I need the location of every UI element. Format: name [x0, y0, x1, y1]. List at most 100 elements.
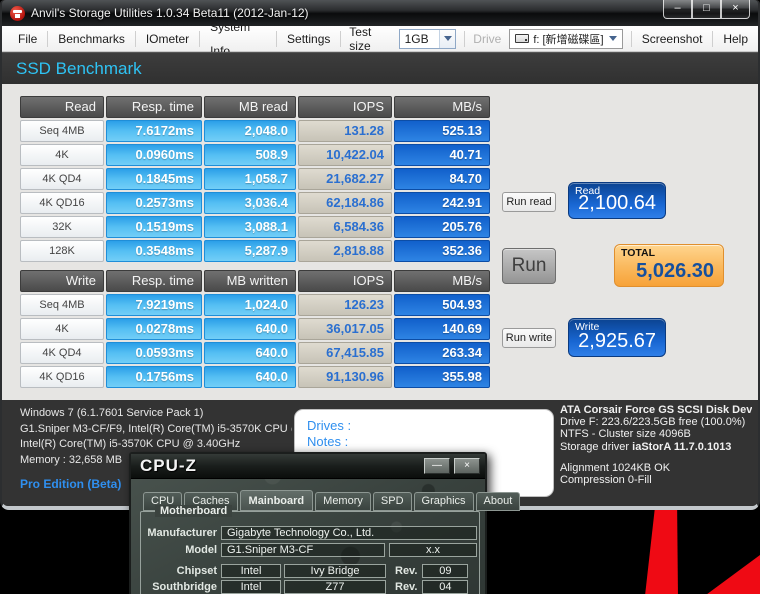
iops-cell: 126.23 [298, 294, 392, 316]
cpuz-window-controls: — × [424, 458, 480, 474]
read-header-mbs: MB/s [394, 96, 490, 118]
anvil-app-icon [10, 5, 25, 21]
row-label: 4K QD16 [20, 366, 104, 388]
resp-time-cell: 0.0960ms [106, 144, 202, 166]
manufacturer-row: Manufacturer Gigabyte Technology Co., Lt… [145, 525, 477, 540]
cpuz-title-bar[interactable]: CPU-Z — × [131, 454, 485, 479]
read-header-mb: MB read [204, 96, 296, 118]
mb-read-cell: 508.9 [204, 144, 296, 166]
drive-value: f: [新增磁碟區] [533, 33, 604, 46]
iops-cell: 62,184.86 [298, 192, 392, 214]
storage-driver-value: iaStorA 11.7.0.1013 [632, 440, 732, 453]
test-size-dropdown-button[interactable] [439, 29, 456, 48]
mb-written-cell: 640.0 [204, 366, 296, 388]
iops-cell: 91,130.96 [298, 366, 392, 388]
write-header-row: Write Resp. time MB written IOPS MB/s [20, 270, 490, 292]
cpuz-tab-spd[interactable]: SPD [372, 492, 412, 511]
total-score-label: TOTAL [621, 247, 656, 259]
iops-cell: 36,017.05 [298, 318, 392, 340]
write-score-box: Write 2,925.67 [568, 318, 666, 357]
manufacturer-label: Manufacturer [147, 526, 217, 539]
run-write-button[interactable]: Run write [502, 328, 556, 348]
chipset-rev-label: Rev. [395, 564, 418, 577]
row-label: Seq 4MB [20, 294, 104, 316]
resp-time-cell: 0.0278ms [106, 318, 202, 340]
read-header-label: Read [20, 96, 104, 118]
chevron-down-icon [443, 36, 452, 41]
write-header-resp: Resp. time [106, 270, 202, 292]
test-size-select[interactable]: 1GB [398, 28, 457, 49]
mb-read-cell: 3,036.4 [204, 192, 296, 214]
resp-time-cell: 0.3548ms [106, 240, 202, 262]
page-title: SSD Benchmark [16, 58, 142, 78]
disk-free-space: Drive F: 223.6/223.5GB free (100.0%) [560, 416, 746, 429]
benchmark-content: Read Resp. time MB read IOPS MB/s Seq 4M… [2, 84, 758, 400]
model-label: Model [185, 543, 217, 556]
mbs-cell: 140.69 [394, 318, 490, 340]
resp-time-cell: 0.0593ms [106, 342, 202, 364]
cpuz-tab-mainboard[interactable]: Mainboard [239, 490, 314, 511]
drive-select[interactable]: f: [新增磁碟區] [509, 28, 623, 49]
motherboard-groupbox: Motherboard Manufacturer Gigabyte Techno… [140, 505, 480, 594]
maximize-button[interactable]: □ [692, 0, 721, 19]
write-header-label: Write [20, 270, 104, 292]
menu-benchmarks[interactable]: Benchmarks [48, 27, 135, 51]
row-label: 4K [20, 318, 104, 340]
resp-time-cell: 0.2573ms [106, 192, 202, 214]
model-field: G1.Sniper M3-CF [221, 542, 385, 557]
table-row: Seq 4MB 7.9219ms 1,024.0 126.23 504.93 [20, 294, 490, 316]
minimize-button[interactable]: – [663, 0, 692, 19]
southbridge-rev-label: Rev. [395, 580, 418, 593]
mbs-cell: 40.71 [394, 144, 490, 166]
cpuz-close-button[interactable]: × [454, 458, 480, 474]
mbs-cell: 263.34 [394, 342, 490, 364]
write-header-mb: MB written [204, 270, 296, 292]
run-button[interactable]: Run [502, 248, 556, 284]
disk-alignment: Alignment 1024KB OK [560, 461, 671, 474]
window-controls: – □ × [663, 0, 750, 19]
disk-info: ATA Corsair Force GS SCSI Disk Device Dr… [560, 404, 752, 486]
mb-read-cell: 2,048.0 [204, 120, 296, 142]
drives-label: Drives : [307, 418, 352, 433]
cpuz-window: CPU-Z — × CPU Caches Mainboard Memory SP… [129, 452, 521, 594]
menu-file[interactable]: File [8, 27, 47, 51]
resp-time-cell: 0.1519ms [106, 216, 202, 238]
cpuz-minimize-button[interactable]: — [424, 458, 450, 474]
drive-label: Drive [473, 31, 502, 46]
resp-time-cell: 0.1756ms [106, 366, 202, 388]
row-label: 128K [20, 240, 104, 262]
read-score-box: Read 2,100.64 [568, 182, 666, 219]
disk-compression: Compression 0-Fill [560, 474, 652, 487]
disk-filesystem: NTFS - Cluster size 4096B [560, 428, 691, 441]
mbs-cell: 84.70 [394, 168, 490, 190]
menu-settings[interactable]: Settings [277, 27, 340, 51]
title-bar[interactable]: Anvil's Storage Utilities 1.0.34 Beta11 … [2, 0, 758, 26]
menu-bar: File Benchmarks IOmeter System Info Sett… [2, 20, 758, 58]
os-info: Windows 7 (6.1.7601 Service Pack 1) [20, 407, 204, 419]
test-size-label: Test size [349, 24, 372, 53]
mb-read-cell: 1,058.7 [204, 168, 296, 190]
iops-cell: 21,682.27 [298, 168, 392, 190]
wallpaper-red-wedge [707, 555, 760, 594]
read-header-iops: IOPS [298, 96, 392, 118]
cpuz-tab-graphics[interactable]: Graphics [413, 492, 474, 511]
menu-screenshot[interactable]: Screenshot [632, 27, 713, 51]
model-row: Model G1.Sniper M3-CF x.x [145, 542, 477, 557]
total-score-box: TOTAL 5,026.30 [614, 244, 724, 287]
southbridge-label: Southbridge [152, 580, 217, 593]
close-button[interactable]: × [721, 0, 750, 19]
resp-time-cell: 0.1845ms [106, 168, 202, 190]
chipset-label: Chipset [176, 564, 217, 577]
southbridge-row: Southbridge Intel Z77 Rev. 04 [145, 579, 469, 594]
notes-label: Notes : [307, 434, 349, 449]
table-row: 4K QD4 0.1845ms 1,058.7 21,682.27 84.70 [20, 168, 490, 190]
mb-read-cell: 5,287.9 [204, 240, 296, 262]
menu-iometer[interactable]: IOmeter [136, 27, 199, 51]
cpuz-tab-memory[interactable]: Memory [315, 492, 371, 511]
disk-driver-line: Storage driver iaStorA 11.7.0.1013 [560, 441, 752, 453]
cpuz-tab-about[interactable]: About [475, 492, 521, 511]
menu-help[interactable]: Help [713, 27, 758, 51]
drive-icon [515, 34, 530, 43]
run-read-button[interactable]: Run read [502, 192, 556, 212]
read-score-value: 2,100.64 [578, 192, 656, 214]
